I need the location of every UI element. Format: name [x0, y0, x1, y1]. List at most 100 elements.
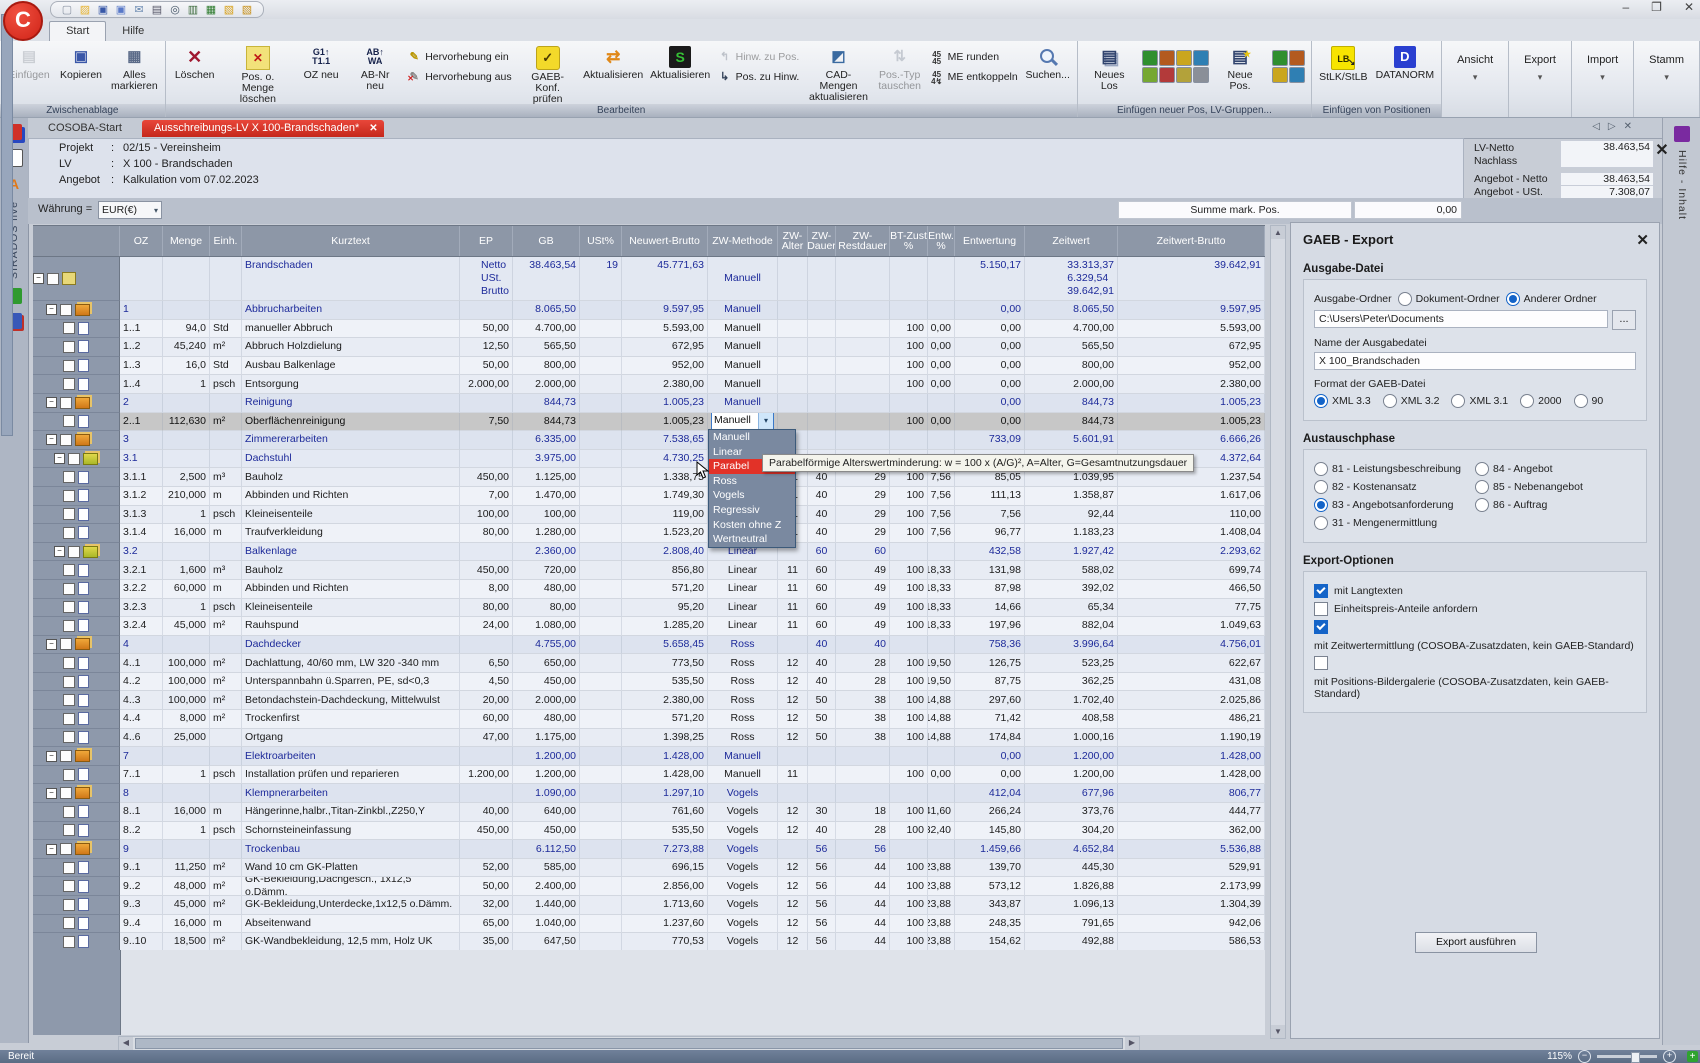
- option-einheitspreis-anteile-anfordern[interactable]: Einheitspreis-Anteile anfordern: [1314, 602, 1636, 616]
- column-header-zeitwert-brutto[interactable]: Zeitwert-Brutto: [1118, 226, 1265, 256]
- insert-tile-icon[interactable]: [1142, 50, 1158, 66]
- table-row[interactable]: 1..194,0Stdmanueller Abbruch50,004.700,0…: [33, 320, 1265, 339]
- tab-active-document[interactable]: Ausschreibungs-LV X 100-Brandschaden*✕: [142, 120, 384, 137]
- insert-tile-icon[interactable]: [1272, 50, 1288, 66]
- row-checkbox[interactable]: [63, 713, 75, 725]
- table-row[interactable]: 1..41pschEntsorgung2.000,002.000,002.380…: [33, 375, 1265, 394]
- email-icon[interactable]: ✉: [133, 4, 145, 16]
- export-menu-button[interactable]: Export▾: [1512, 44, 1568, 93]
- insert-tile-icon[interactable]: [1193, 67, 1209, 83]
- table-row[interactable]: 3.2.31pschKleineisenteile80,0080,0095,20…: [33, 599, 1265, 618]
- table-row[interactable]: 8..116,000mHängerinne,halbr.,Titan-Zinkb…: [33, 803, 1265, 822]
- table-row[interactable]: 4..2100,000m²Unterspannbahn ü.Sparren, P…: [33, 673, 1265, 692]
- folder-new-icon[interactable]: ▧: [241, 4, 253, 16]
- tab-close-icon[interactable]: ✕: [1624, 121, 1632, 132]
- table-row[interactable]: −BrandschadenNetto USt. Brutto38.463,541…: [33, 257, 1265, 301]
- row-checkbox[interactable]: [63, 620, 75, 632]
- row-checkbox[interactable]: [63, 415, 75, 427]
- dropdown-item-manuell[interactable]: Manuell: [709, 430, 795, 445]
- insert-tile-icon[interactable]: [1176, 67, 1192, 83]
- position-page-icon[interactable]: [78, 731, 89, 744]
- row-checkbox[interactable]: [63, 824, 75, 836]
- column-header-zw-dauer[interactable]: ZW-Dauer: [808, 226, 836, 256]
- row-checkbox[interactable]: [63, 899, 75, 911]
- table-edit-icon[interactable]: ▦: [205, 4, 217, 16]
- table-row[interactable]: −2Reinigung844,731.005,23Manuell0,00844,…: [33, 394, 1265, 413]
- kopieren-button[interactable]: Kopieren: [55, 44, 107, 83]
- tree-collapse-icon[interactable]: −: [46, 751, 57, 762]
- scroll-up-icon[interactable]: ▲: [1271, 226, 1285, 239]
- row-checkbox[interactable]: [63, 880, 75, 892]
- tree-collapse-icon[interactable]: −: [46, 397, 57, 408]
- maximize-button[interactable]: ❐: [1651, 0, 1662, 14]
- radio-icon[interactable]: [1398, 292, 1412, 306]
- table-row[interactable]: 9..345,000m²GK-Bekleidung,Unterdecke,1x1…: [33, 896, 1265, 915]
- scroll-left-icon[interactable]: ◀: [119, 1037, 133, 1050]
- output-path-field[interactable]: C:\Users\Peter\Documents: [1314, 310, 1608, 328]
- lv-root-icon[interactable]: [62, 272, 76, 285]
- vertical-scrollbar[interactable]: ▲ ▼: [1270, 225, 1286, 1039]
- stlk/stlb-button[interactable]: StLK/StLB: [1315, 44, 1371, 85]
- table-row[interactable]: 9..248,000m²GK-Bekleidung,Dachgesch., 1x…: [33, 877, 1265, 896]
- position-page-icon[interactable]: [78, 526, 89, 539]
- radio-icon[interactable]: [1475, 498, 1489, 512]
- group-folder-icon[interactable]: [75, 787, 90, 799]
- row-checkbox[interactable]: [63, 601, 75, 613]
- column-header-zeitwert[interactable]: Zeitwert: [1025, 226, 1118, 256]
- table-row[interactable]: −4Dachdecker4.755,005.658,45Ross4040758,…: [33, 636, 1265, 655]
- tree-collapse-icon[interactable]: −: [46, 639, 57, 650]
- row-checkbox[interactable]: [63, 583, 75, 595]
- radio-icon[interactable]: [1314, 394, 1328, 408]
- table-row[interactable]: 4..48,000m²Trockenfirst60,00480,00571,20…: [33, 710, 1265, 729]
- help-content-label[interactable]: Hilfe - Inhalt: [1676, 150, 1688, 220]
- save-all-icon[interactable]: ▣: [115, 4, 127, 16]
- neues-los-button[interactable]: Neues Los: [1081, 44, 1138, 94]
- gaeb-close-icon[interactable]: ✕: [1636, 231, 1649, 249]
- row-checkbox[interactable]: [63, 657, 75, 669]
- löschen-button[interactable]: Löschen: [169, 44, 221, 83]
- row-checkbox[interactable]: [60, 397, 72, 409]
- position-page-icon[interactable]: [78, 601, 89, 614]
- table-row[interactable]: 7..11pschInstallation prüfen und reparie…: [33, 766, 1265, 785]
- scroll-down-icon[interactable]: ▼: [1271, 1025, 1285, 1038]
- radio-2000[interactable]: 2000: [1520, 394, 1561, 408]
- insert-tile-icon[interactable]: [1272, 67, 1288, 83]
- table-row[interactable]: 2..1112,630m²Oberflächenreinigung7,50844…: [33, 413, 1265, 432]
- zoom-in-icon[interactable]: +: [1663, 1050, 1676, 1063]
- column-header-kurztext[interactable]: Kurztext: [242, 226, 460, 256]
- column-header-gb[interactable]: GB: [513, 226, 580, 256]
- table-row[interactable]: 3.2.260,000mAbbinden und Richten8,00480,…: [33, 580, 1265, 599]
- row-checkbox[interactable]: [60, 434, 72, 446]
- tab-close-icon[interactable]: ✕: [369, 123, 377, 134]
- row-checkbox[interactable]: [60, 843, 72, 855]
- aktualisieren-button[interactable]: Aktualisieren: [580, 44, 647, 83]
- help-book-icon[interactable]: [1674, 126, 1690, 142]
- open-folder-icon[interactable]: ▨: [79, 4, 91, 16]
- row-checkbox[interactable]: [68, 546, 80, 558]
- datanorm-button[interactable]: DATANORM: [1372, 44, 1439, 83]
- row-checkbox[interactable]: [63, 508, 75, 520]
- stamm-menu-button[interactable]: Stamm▾: [1637, 44, 1696, 93]
- print-icon[interactable]: ▤: [151, 4, 163, 16]
- me-entkoppeln-button[interactable]: ME entkoppeln: [930, 70, 1018, 84]
- radio-85---nebenangebot[interactable]: 85 - Nebenangebot: [1475, 480, 1583, 494]
- ribbon-tab-start[interactable]: Start: [49, 21, 106, 41]
- row-checkbox[interactable]: [63, 936, 75, 948]
- tab-cosoba-start[interactable]: COSOBA-Start: [36, 120, 134, 137]
- option-mit-zeitwertermittlung[interactable]: mit Zeitwertermittlung (COSOBA-Zusatzdat…: [1314, 620, 1636, 652]
- position-page-icon[interactable]: [78, 768, 89, 781]
- table-row[interactable]: 1..245,240m²Abbruch Holzdielung12,50565,…: [33, 338, 1265, 357]
- column-header-gutter[interactable]: [33, 226, 120, 256]
- preview-search-icon[interactable]: ◎: [169, 4, 181, 16]
- position-page-icon[interactable]: [78, 917, 89, 930]
- aktualisieren-button[interactable]: Aktualisieren: [647, 44, 714, 83]
- position-page-icon[interactable]: [78, 694, 89, 707]
- table-row[interactable]: −8Klempnerarbeiten1.090,001.297,10Vogels…: [33, 784, 1265, 803]
- pos.-o.-menge-löschen-button[interactable]: Pos. o. Menge löschen: [221, 44, 295, 107]
- radio-84---angebot[interactable]: 84 - Angebot: [1475, 462, 1553, 476]
- position-page-icon[interactable]: [78, 471, 89, 484]
- radio-icon[interactable]: [1314, 462, 1328, 476]
- app-logo-icon[interactable]: C: [3, 1, 43, 41]
- position-page-icon[interactable]: [78, 675, 89, 688]
- insert-tile-icon[interactable]: [1193, 50, 1209, 66]
